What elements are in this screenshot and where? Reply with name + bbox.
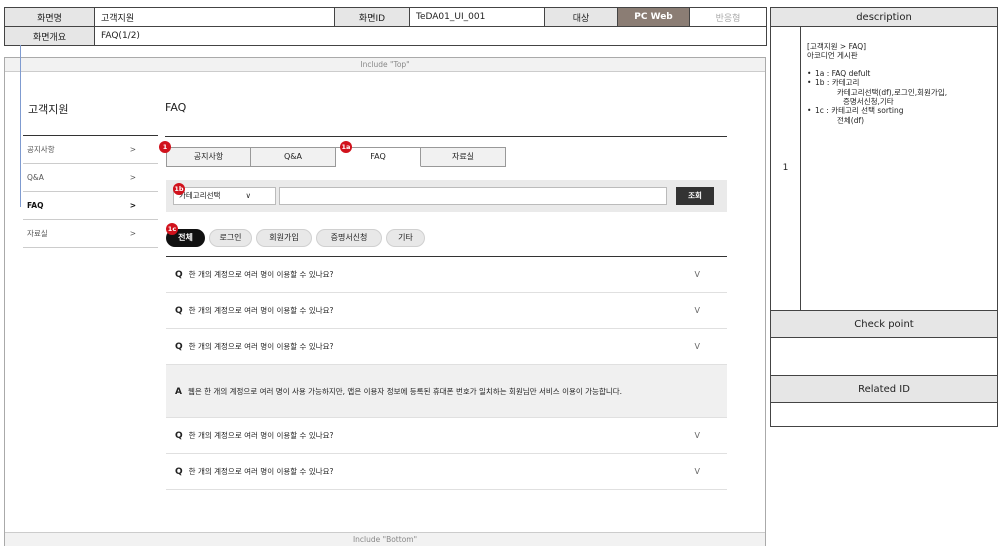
chevron-right-icon: > [129,173,136,182]
chevron-down-icon: V [694,431,700,440]
screen-id-label: 화면ID [334,7,410,27]
sidebar-item-faq[interactable]: FAQ > [23,192,158,220]
annotation-guide-line [20,45,21,207]
description-list: 1a : FAQ defult 1b : 카테고리 카테고리선택(df),로그인… [807,69,991,125]
q-marker: Q [175,467,183,477]
wireframe-frame: Include "Top" 고객지원 공지사항 > Q&A > FAQ > 자료… [4,57,766,546]
description-panel: description 1 [고객지원 > FAQ] 아코디언 게시판 1a :… [770,7,998,427]
board-tabs: 공지사항 Q&A FAQ 자료실 [166,147,506,167]
q-marker: Q [175,270,183,280]
chip-certificate[interactable]: 증명서신청 [316,229,382,247]
description-item: 1b : 카테고리 카테고리선택(df),로그인,회원가입, 증명서신청,기타 [807,78,991,106]
chevron-down-icon: V [694,306,700,315]
tab-archive[interactable]: 자료실 [421,147,506,167]
chevron-down-icon: V [694,342,700,351]
description-number: 1 [771,27,801,310]
chevron-right-icon: > [129,201,136,210]
search-bar: 카테고리선택 ∨ 조회 [166,180,727,212]
annotation-badge-1c: 1c [166,223,178,235]
sidebar-item-archive[interactable]: 자료실 > [23,220,158,248]
chip-login[interactable]: 로그인 [209,229,252,247]
related-id-header: Related ID [771,375,997,403]
faq-accordion: Q한 개의 계정으로 여러 명이 이용할 수 있나요? V Q한 개의 계정으로… [166,256,727,490]
chevron-down-icon: V [694,270,700,279]
target-label: 대상 [544,7,618,27]
sidebar-title: 고객지원 [28,103,69,116]
spec-table: 화면명 고객지원 화면ID TeDA01_UI_001 대상 PC Web 반응… [4,7,767,46]
sidebar-nav: 공지사항 > Q&A > FAQ > 자료실 > [23,135,158,248]
chip-etc[interactable]: 기타 [386,229,425,247]
include-bottom-bar: Include "Bottom" [5,532,765,546]
checkpoint-header: Check point [771,310,997,338]
chip-signup[interactable]: 회원가입 [256,229,312,247]
annotation-badge-1a: 1a [340,141,352,153]
q-marker: Q [175,306,183,316]
screen-name-label: 화면명 [4,7,95,27]
faq-question-row-expanded[interactable]: Q한 개의 계정으로 여러 명이 이용할 수 있나요? V [166,329,727,365]
overview-label: 화면개요 [4,26,95,46]
q-marker: Q [175,431,183,441]
description-item: 1c : 카테고리 선택 sorting 전체(df) [807,106,991,125]
description-title: [고객지원 > FAQ] 아코디언 게시판 [807,42,867,61]
page-title: FAQ [165,101,187,114]
sidebar-item-qna[interactable]: Q&A > [23,164,158,192]
faq-answer: A 웹은 한 개의 계정으로 여러 명이 사용 가능하지만, 앱은 이용자 정보에… [166,365,727,418]
chevron-right-icon: > [129,229,136,238]
search-input[interactable] [279,187,667,205]
overview-value: FAQ(1/2) [94,26,767,46]
annotation-badge-1: 1 [159,141,171,153]
target-responsive: 반응형 [689,7,767,27]
tab-notice[interactable]: 공지사항 [166,147,251,167]
target-pc-web: PC Web [617,7,690,27]
description-header: description [771,8,997,27]
description-item: 1a : FAQ defult [807,69,991,79]
title-divider [165,136,727,137]
include-top-bar: Include "Top" [5,58,765,72]
faq-question-row[interactable]: Q한 개의 계정으로 여러 명이 이용할 수 있나요? V [166,257,727,293]
chevron-down-icon: V [694,467,700,476]
description-body: [고객지원 > FAQ] 아코디언 게시판 1a : FAQ defult 1b… [807,42,991,125]
category-chips: 전체 로그인 회원가입 증명서신청 기타 [166,229,425,247]
search-button[interactable]: 조회 [676,187,714,205]
chevron-down-icon: ∨ [245,191,252,200]
faq-question-row[interactable]: Q한 개의 계정으로 여러 명이 이용할 수 있나요? V [166,418,727,454]
tab-qna[interactable]: Q&A [251,147,336,167]
chevron-right-icon: > [129,145,136,154]
screen-name-value: 고객지원 [94,7,335,27]
faq-question-row[interactable]: Q한 개의 계정으로 여러 명이 이용할 수 있나요? V [166,293,727,329]
faq-question-row[interactable]: Q한 개의 계정으로 여러 명이 이용할 수 있나요? V [166,454,727,490]
a-marker: A [175,387,182,397]
sidebar-item-notice[interactable]: 공지사항 > [23,136,158,164]
q-marker: Q [175,342,183,352]
screen-id-value: TeDA01_UI_001 [409,7,545,27]
category-select[interactable]: 카테고리선택 ∨ [173,187,276,205]
annotation-badge-1b: 1b [173,183,185,195]
